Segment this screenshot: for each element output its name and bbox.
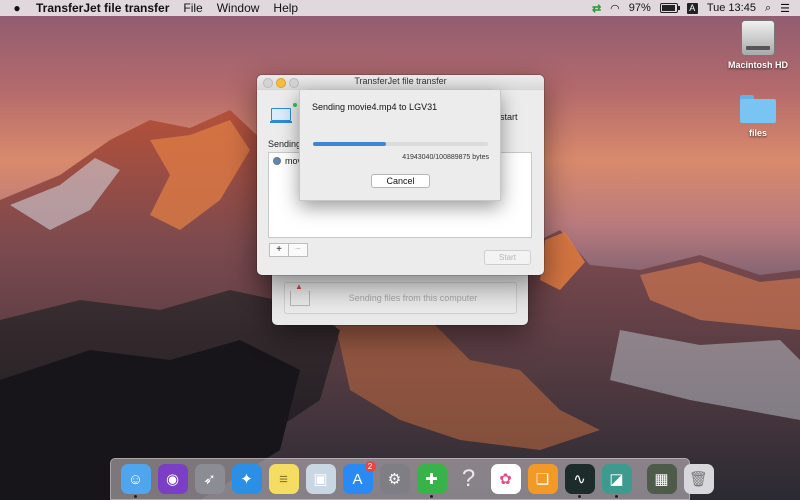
transferjet-status-icon[interactable]: ⇄ bbox=[592, 2, 601, 15]
status-area: ⇄ ◠ 97% A Tue 13:45 ⌕ ☰ bbox=[592, 0, 790, 16]
dock-item-photo-viewer[interactable]: ▦ bbox=[646, 464, 677, 494]
dock-item-safari[interactable]: ✦ bbox=[231, 464, 262, 494]
progress-fill bbox=[313, 142, 386, 146]
cancel-button[interactable]: Cancel bbox=[371, 174, 430, 188]
notes-icon: ≡ bbox=[279, 470, 288, 488]
file-icon bbox=[273, 157, 281, 165]
dock-item-system-preferences[interactable]: ⚙ bbox=[379, 464, 410, 494]
sending-label: Sending bbox=[268, 139, 302, 149]
spotlight-icon[interactable]: ⌕ bbox=[765, 2, 771, 15]
trash-icon: 🗑 bbox=[688, 471, 709, 488]
app-menu[interactable]: TransferJet file transfer bbox=[36, 1, 169, 15]
dock-item-transfer-app[interactable]: ◪ bbox=[601, 464, 632, 498]
transfer-icon: ✚ bbox=[425, 471, 438, 488]
dock: ☺ ◉ ➶ ✦ ≡ ▣ A 2 ⚙ ✚? ✿ ❑ ∿ ◪ ▦ 🗑 bbox=[110, 458, 714, 500]
send-files-button[interactable]: Sending files from this computer bbox=[284, 282, 517, 314]
upload-icon bbox=[290, 282, 310, 306]
list-item[interactable]: mov bbox=[273, 156, 302, 166]
remove-file-button[interactable]: − bbox=[289, 243, 308, 257]
book-icon: ❑ bbox=[535, 471, 550, 488]
picture-icon: ▦ bbox=[654, 471, 669, 488]
siri-icon: ◉ bbox=[165, 471, 180, 488]
dock-item-finder[interactable]: ☺ bbox=[120, 464, 151, 498]
dock-item-photos[interactable]: ✿ bbox=[490, 464, 521, 494]
start-button[interactable]: Start bbox=[484, 250, 531, 265]
wifi-icon[interactable]: ◠ bbox=[610, 2, 620, 15]
dock-item-app-store[interactable]: A2 bbox=[342, 461, 376, 494]
running-indicator bbox=[577, 495, 581, 498]
finder-icon: ☺ bbox=[127, 470, 144, 488]
notification-badge: 2 bbox=[364, 461, 376, 472]
dock-item-trash[interactable]: 🗑 bbox=[683, 464, 714, 494]
running-indicator bbox=[133, 495, 137, 498]
window-title: TransferJet file transfer bbox=[354, 76, 447, 86]
folder-icon bbox=[740, 95, 776, 123]
desktop-icon-macintosh-hd[interactable]: Macintosh HD bbox=[723, 20, 793, 70]
dock-item-transferjet[interactable]: ✚ bbox=[416, 464, 447, 498]
photos-icon: ✿ bbox=[499, 471, 512, 488]
clock[interactable]: Tue 13:45 bbox=[707, 2, 756, 14]
question-icon: ? bbox=[461, 465, 476, 492]
app-store-icon: A bbox=[352, 470, 363, 488]
gear-icon: ⚙ bbox=[387, 471, 402, 488]
transfer-app-icon: ◪ bbox=[609, 471, 624, 488]
transfer-message: Sending movie4.mp4 to LGV31 bbox=[312, 102, 438, 112]
laptop-icon bbox=[270, 103, 297, 123]
add-file-button[interactable]: + bbox=[269, 243, 289, 257]
dock-item-siri[interactable]: ◉ bbox=[157, 464, 188, 494]
activity-icon: ∿ bbox=[573, 471, 586, 488]
dock-item-help[interactable]: ? bbox=[454, 464, 484, 494]
battery-icon[interactable] bbox=[659, 3, 680, 13]
apple-menu-icon[interactable]: ● bbox=[10, 1, 24, 15]
notification-center-icon[interactable]: ☰ bbox=[780, 2, 790, 15]
menu-bar: ● TransferJet file transfer File Window … bbox=[0, 0, 800, 16]
dock-item-activity-monitor[interactable]: ∿ bbox=[564, 464, 595, 498]
progress-sheet: Sending movie4.mp4 to LGV31 41943040/100… bbox=[299, 90, 501, 201]
running-indicator bbox=[429, 495, 433, 498]
hard-drive-icon bbox=[741, 20, 775, 56]
dock-item-notes[interactable]: ≡ bbox=[268, 464, 299, 494]
bytes-counter: 41943040/100889875 bytes bbox=[402, 154, 489, 161]
input-source-icon[interactable]: A bbox=[686, 2, 698, 14]
menu-help[interactable]: Help bbox=[273, 1, 298, 15]
desktop-icon-label: Macintosh HD bbox=[727, 60, 788, 70]
battery-percent: 97% bbox=[628, 2, 651, 14]
rocket-icon: ➶ bbox=[203, 471, 216, 488]
dock-item-ibooks[interactable]: ❑ bbox=[527, 464, 558, 494]
menu-window[interactable]: Window bbox=[217, 1, 260, 15]
dock-item-preview[interactable]: ▣ bbox=[305, 464, 336, 494]
running-indicator bbox=[614, 495, 618, 498]
add-remove-group: + − bbox=[269, 243, 308, 257]
title-bar[interactable]: TransferJet file transfer bbox=[257, 75, 544, 90]
progress-bar bbox=[313, 142, 488, 146]
send-files-label: Sending files from this computer bbox=[348, 293, 478, 303]
compass-icon: ✦ bbox=[240, 471, 253, 488]
start-label: start bbox=[500, 112, 518, 122]
desktop-icon-label: files bbox=[748, 128, 767, 138]
dock-item-launchpad[interactable]: ➶ bbox=[194, 464, 225, 494]
menu-file[interactable]: File bbox=[183, 1, 202, 15]
preview-icon: ▣ bbox=[313, 471, 328, 488]
desktop-icon-files[interactable]: files bbox=[723, 95, 793, 138]
